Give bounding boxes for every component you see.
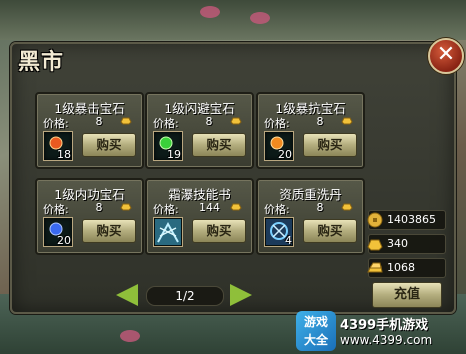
currency-ingot: 340 (367, 234, 446, 254)
gold-ingot-icon (367, 239, 383, 251)
frost-skill-book-icon (155, 219, 181, 245)
item-quantity: 20 (278, 148, 292, 161)
buy-button[interactable]: 购买 (82, 219, 136, 243)
gold-ingot-icon (120, 203, 132, 211)
item-slot[interactable]: 20 (43, 217, 73, 247)
item-slot[interactable]: 18 (43, 131, 73, 161)
close-button[interactable]: ✕ (428, 38, 464, 74)
item-slot[interactable]: 19 (153, 131, 183, 161)
buy-button[interactable]: 购买 (192, 133, 246, 157)
close-icon: ✕ (436, 42, 456, 67)
price-value: 8 (316, 115, 324, 128)
buy-button[interactable]: 购买 (303, 219, 357, 243)
price-value: 8 (95, 201, 103, 214)
buy-button[interactable]: 购买 (192, 219, 246, 243)
price-label: 价格: (153, 203, 179, 216)
item-card: 资质重洗丹 价格: 8 4 购买 (256, 178, 365, 255)
brand-watermark: 游戏 大全 4399手机游戏 www.4399.com (296, 311, 462, 351)
gold-ingot-icon (120, 117, 132, 125)
item-quantity: 19 (167, 148, 181, 161)
ingot-amount: 340 (387, 237, 408, 250)
price-value: 8 (316, 201, 324, 214)
item-quantity: 20 (57, 234, 71, 247)
brand-name: 4399手机游戏 (340, 318, 429, 333)
item-card: 1级闪避宝石 价格: 8 19 购买 (145, 92, 254, 169)
copper-coin-icon (367, 212, 383, 228)
gold-ingot-icon (230, 117, 242, 125)
item-quantity: 18 (57, 148, 71, 161)
pager: 1/2 (116, 284, 256, 306)
item-card: 1级内功宝石 价格: 8 20 购买 (35, 178, 144, 255)
currency-bar: 1068 (367, 258, 446, 278)
gold-ingot-icon (230, 203, 242, 211)
price-value: 8 (95, 115, 103, 128)
brand-logo: 游戏 大全 (296, 311, 336, 351)
recharge-button[interactable]: 充值 (372, 282, 442, 308)
lotus-decoration (120, 330, 140, 342)
currency-copper: 1403865 (367, 210, 446, 230)
item-card: 霜瀑技能书 价格: 144 购买 (145, 178, 254, 255)
next-page-arrow-icon[interactable] (230, 284, 252, 306)
item-card: 1级暴击宝石 价格: 8 18 购买 (35, 92, 144, 169)
item-card: 1级暴抗宝石 价格: 8 20 购买 (256, 92, 365, 169)
page-indicator: 1/2 (146, 286, 224, 306)
item-slot[interactable]: 20 (264, 131, 294, 161)
gold-ingot-icon (341, 117, 353, 125)
copper-amount: 1403865 (387, 213, 436, 226)
buy-button[interactable]: 购买 (303, 133, 357, 157)
price-label: 价格: (264, 117, 290, 130)
price-label: 价格: (264, 203, 290, 216)
prev-page-arrow-icon[interactable] (116, 284, 138, 306)
price-value: 144 (199, 201, 220, 214)
lotus-decoration (250, 12, 270, 24)
price-value: 8 (205, 115, 213, 128)
item-slot[interactable] (153, 217, 183, 247)
lotus-decoration (200, 6, 220, 18)
price-label: 价格: (153, 117, 179, 130)
background-roof (0, 0, 466, 40)
item-slot[interactable]: 4 (264, 217, 294, 247)
item-quantity: 4 (285, 234, 292, 247)
gold-ingot-icon (341, 203, 353, 211)
brand-url: www.4399.com (340, 333, 433, 347)
price-label: 价格: (43, 117, 69, 130)
bar-amount: 1068 (387, 261, 415, 274)
gold-bar-icon (367, 262, 383, 273)
buy-button[interactable]: 购买 (82, 133, 136, 157)
price-label: 价格: (43, 203, 69, 216)
window-title: 黑市 (18, 50, 65, 75)
